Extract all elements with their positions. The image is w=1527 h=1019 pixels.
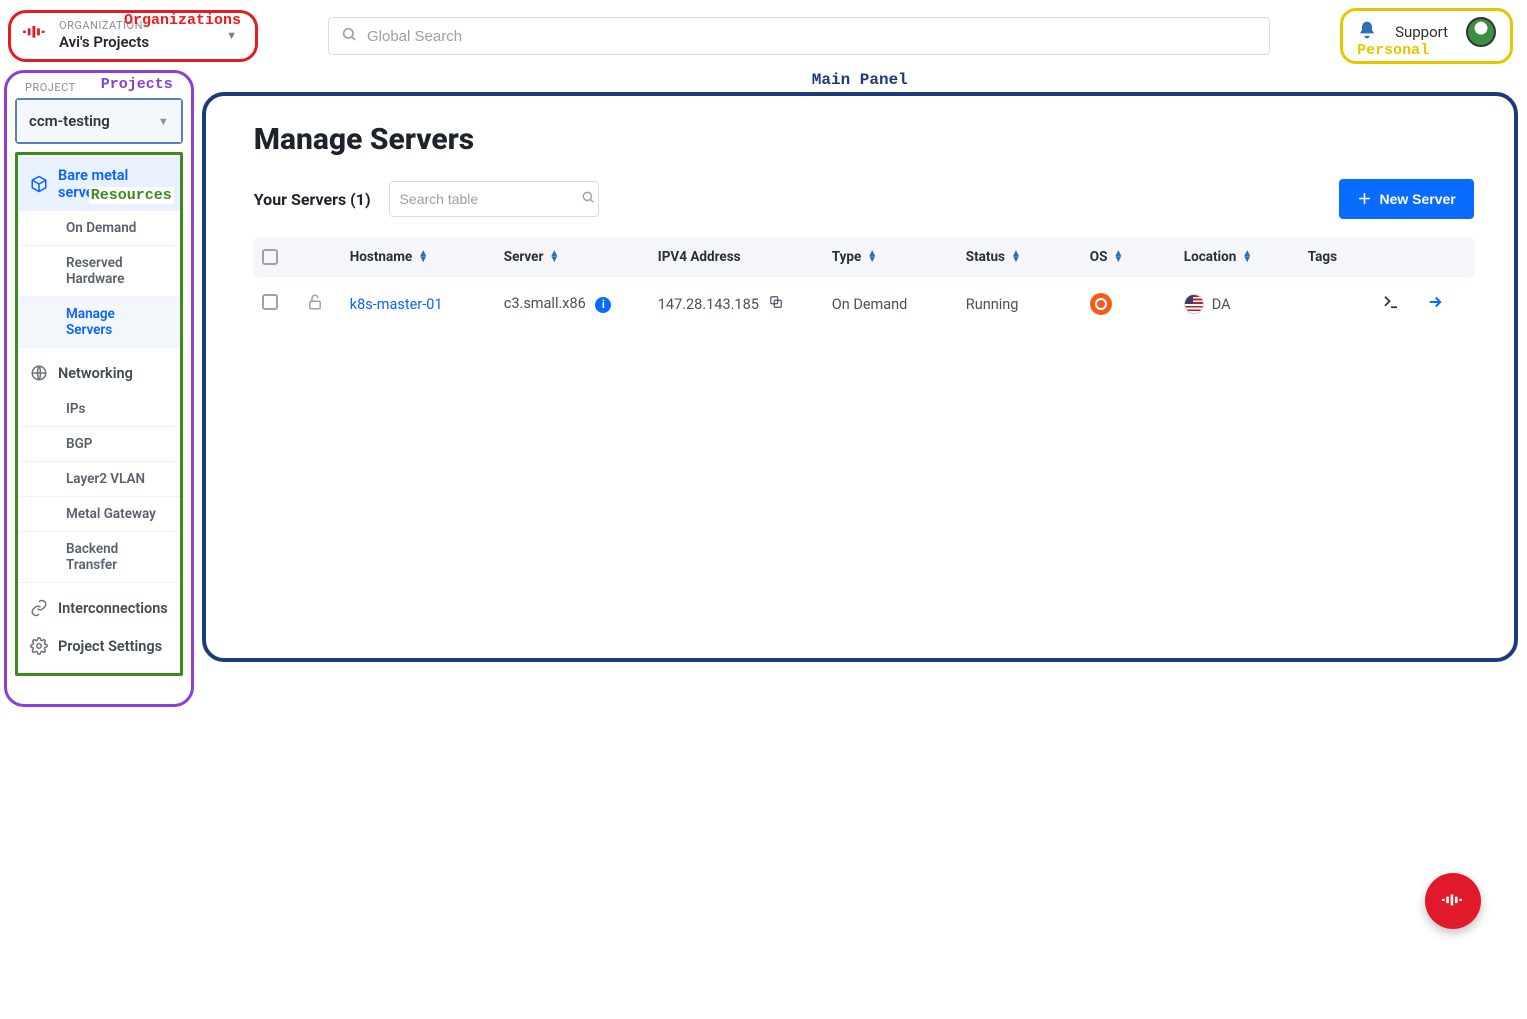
nav-layer2-vlan[interactable]: Layer2 VLAN: [18, 462, 180, 497]
copy-icon[interactable]: [769, 296, 783, 313]
organization-name: Avi's Projects: [59, 33, 149, 51]
search-icon: [581, 190, 595, 208]
main-area: Main Panel Manage Servers Your Servers (…: [202, 72, 1518, 662]
annotation-organizations: Organizations: [124, 12, 241, 29]
table-header: Hostname▲▼ Server▲▼ IPV4 Address Type▲▼ …: [254, 237, 1474, 277]
chevron-down-icon: ▼: [226, 29, 237, 42]
server-count: Your Servers (1): [254, 190, 371, 209]
servers-table: Hostname▲▼ Server▲▼ IPV4 Address Type▲▼ …: [254, 237, 1474, 331]
chevron-down-icon: ▼: [158, 115, 169, 128]
lock-icon: [306, 293, 346, 315]
project-name: ccm-testing: [29, 112, 110, 130]
annotation-main-panel: Main Panel: [812, 71, 908, 89]
nav-ips[interactable]: IPs: [18, 392, 180, 427]
table-row: k8s-master-01 c3.small.x86 i 147.28.143.…: [254, 277, 1474, 331]
col-location[interactable]: Location▲▼: [1184, 249, 1304, 265]
chat-fab[interactable]: [1425, 873, 1481, 929]
projects-column: Projects PROJECT ccm-testing ▼ Resources…: [4, 70, 194, 707]
col-status[interactable]: Status▲▼: [966, 249, 1086, 265]
page-title: Manage Servers: [254, 122, 1474, 157]
nav-project-settings[interactable]: Project Settings: [18, 627, 180, 665]
server-location: DA: [1212, 296, 1231, 313]
ipv4-address: 147.28.143.185: [658, 296, 759, 313]
col-server[interactable]: Server▲▼: [504, 249, 654, 265]
info-icon[interactable]: i: [595, 297, 611, 313]
annotation-projects: Projects: [101, 76, 173, 93]
project-selector[interactable]: ccm-testing ▼: [17, 100, 181, 142]
nav-interconnections-label: Interconnections: [58, 600, 168, 617]
support-link[interactable]: Support: [1395, 23, 1448, 41]
nav-manage-servers[interactable]: Manage Servers: [18, 297, 180, 348]
sort-icon: ▲▼: [418, 251, 428, 263]
select-all-checkbox[interactable]: [262, 249, 278, 265]
terminal-icon[interactable]: [1382, 293, 1422, 315]
search-icon: [341, 26, 357, 46]
sort-icon: ▲▼: [867, 251, 877, 263]
new-server-button[interactable]: ＋ New Server: [1339, 179, 1473, 219]
nav-project-settings-label: Project Settings: [58, 638, 162, 655]
table-search-input[interactable]: [400, 191, 581, 207]
new-server-label: New Server: [1379, 191, 1455, 207]
ubuntu-icon: [1090, 293, 1112, 315]
server-type: On Demand: [832, 296, 908, 313]
global-search-input[interactable]: [367, 28, 1257, 45]
nav-on-demand[interactable]: On Demand: [18, 211, 180, 246]
server-status: Running: [966, 296, 1019, 313]
nav-networking-label: Networking: [58, 365, 133, 382]
global-search[interactable]: [328, 17, 1270, 55]
nav-networking[interactable]: Networking: [18, 354, 180, 392]
col-os[interactable]: OS▲▼: [1090, 249, 1180, 265]
us-flag-icon: [1184, 294, 1204, 314]
sort-icon: ▲▼: [1011, 251, 1021, 263]
col-type[interactable]: Type▲▼: [832, 249, 962, 265]
server-toolbar: Your Servers (1) ＋ New Server: [254, 179, 1474, 219]
cube-icon: [30, 175, 48, 193]
brand-logo-icon: [21, 19, 49, 51]
server-plan: c3.small.x86: [504, 295, 586, 312]
col-ipv4: IPV4 Address: [658, 249, 828, 265]
arrow-right-icon[interactable]: [1426, 293, 1466, 315]
nav-interconnections[interactable]: Interconnections: [18, 589, 180, 627]
sort-icon: ▲▼: [1113, 251, 1123, 263]
sort-icon: ▲▼: [549, 251, 559, 263]
gear-icon: [30, 637, 48, 655]
personal-area: Support Personal: [1340, 8, 1513, 64]
hostname-link[interactable]: k8s-master-01: [350, 296, 443, 313]
main-panel: Manage Servers Your Servers (1) ＋ New Se…: [202, 92, 1518, 662]
nav-backend-transfer[interactable]: Backend Transfer: [18, 532, 180, 583]
col-hostname[interactable]: Hostname▲▼: [350, 249, 500, 265]
annotation-resources: Resources: [89, 187, 174, 204]
resources-nav: Resources Bare metal servers On Demand R…: [15, 152, 183, 676]
plus-icon: ＋: [1357, 189, 1371, 209]
nav-metal-gateway[interactable]: Metal Gateway: [18, 497, 180, 532]
notification-bell-icon[interactable]: [1357, 20, 1377, 44]
globe-icon: [30, 364, 48, 382]
organization-selector[interactable]: Organizations ORGANIZATION Avi's Project…: [8, 10, 258, 62]
user-avatar[interactable]: [1466, 17, 1496, 47]
link-icon: [30, 599, 48, 617]
table-search[interactable]: [389, 181, 599, 217]
sort-icon: ▲▼: [1242, 251, 1252, 263]
row-checkbox[interactable]: [262, 294, 278, 310]
annotation-personal: Personal: [1357, 42, 1429, 59]
nav-bgp[interactable]: BGP: [18, 427, 180, 462]
col-tags: Tags: [1308, 249, 1378, 265]
nav-reserved-hardware[interactable]: Reserved Hardware: [18, 246, 180, 297]
